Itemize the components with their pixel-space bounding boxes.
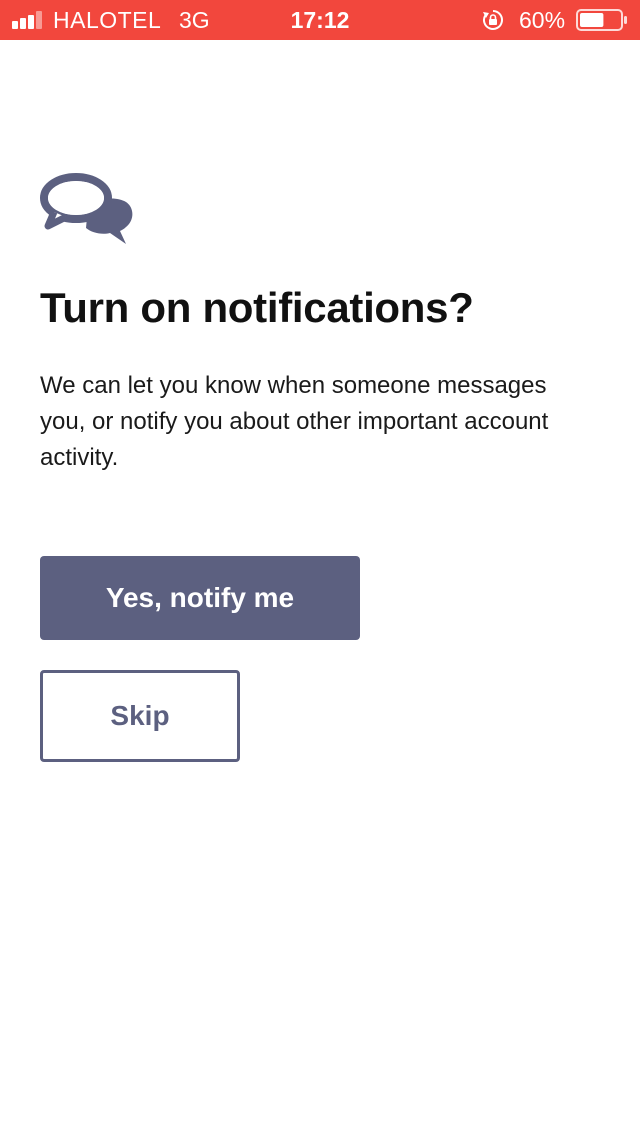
battery-icon	[576, 9, 627, 31]
status-bar: HALOTEL 3G 17:12 60%	[0, 0, 640, 40]
notification-description: We can let you know when someone message…	[40, 372, 549, 471]
skip-button[interactable]: Skip	[40, 670, 240, 762]
battery-percent: 60%	[519, 7, 566, 33]
yes-notify-me-button[interactable]: Yes, notify me	[40, 556, 360, 640]
notifications-screen: HALOTEL 3G 17:12 60% Turn on notificatio…	[0, 0, 640, 1136]
page-title: Turn on notifications?	[40, 284, 474, 331]
chat-bubbles-icon	[40, 173, 133, 244]
orientation-lock-icon	[483, 10, 503, 30]
